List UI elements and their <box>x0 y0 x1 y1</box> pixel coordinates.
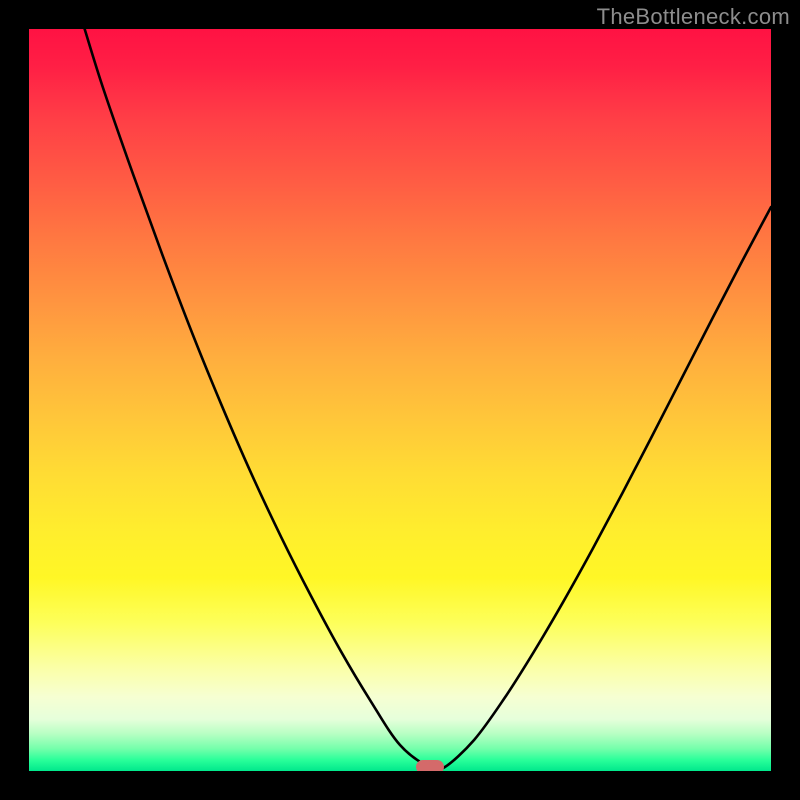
chart-container: TheBottleneck.com <box>0 0 800 800</box>
watermark-text: TheBottleneck.com <box>597 4 790 30</box>
bottleneck-curve <box>29 29 771 771</box>
optimum-marker <box>416 760 444 771</box>
plot-area <box>29 29 771 771</box>
